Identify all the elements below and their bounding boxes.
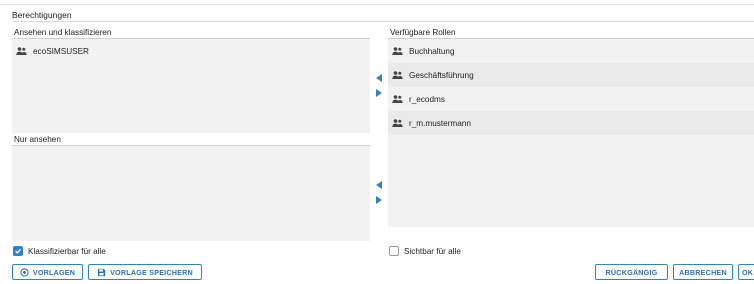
role-item-label: r_m.mustermann	[409, 118, 471, 128]
visible-all-label: Sichtbar für alle	[404, 246, 461, 256]
role-item[interactable]: r_ecodms	[388, 87, 754, 111]
classify-pane-label: Ansehen und klassifizieren	[14, 28, 112, 37]
move-left-arrow-icon[interactable]	[373, 72, 385, 84]
classify-list-item[interactable]: ecoSIMSUSER	[12, 39, 370, 63]
role-item[interactable]: Geschäftsführung	[388, 63, 754, 87]
users-icon	[16, 47, 27, 55]
move-right-arrow-icon[interactable]	[373, 194, 385, 206]
move-left-arrow-icon[interactable]	[373, 179, 385, 191]
users-icon	[392, 119, 403, 127]
classify-pane[interactable]: ecoSIMSUSER	[12, 39, 370, 133]
classify-item-label: ecoSIMSUSER	[33, 46, 89, 56]
roles-pane-label: Verfügbare Rollen	[390, 28, 456, 37]
section-title: Berechtigungen	[12, 10, 72, 20]
ok-button-label: OK	[742, 267, 754, 277]
target-icon	[20, 267, 29, 277]
role-item-label: Geschäftsführung	[409, 70, 474, 80]
cancel-button[interactable]: ABBRECHEN	[673, 264, 733, 280]
role-item-label: Buchhaltung	[409, 46, 455, 56]
undo-button-label: RÜCKGÄNGIG	[605, 267, 658, 277]
users-icon	[392, 47, 403, 55]
move-right-arrow-icon[interactable]	[373, 87, 385, 99]
users-icon	[392, 95, 403, 103]
role-item[interactable]: r_m.mustermann	[388, 111, 754, 135]
undo-button[interactable]: RÜCKGÄNGIG	[595, 264, 668, 280]
role-item[interactable]: Buchhaltung	[388, 39, 754, 63]
save-icon	[97, 268, 106, 276]
cancel-button-label: ABBRECHEN	[679, 267, 727, 277]
view-pane[interactable]	[12, 146, 370, 241]
visible-all-checkbox[interactable]	[389, 246, 399, 256]
classify-all-checkbox[interactable]	[13, 246, 23, 256]
ok-button[interactable]: OK	[738, 264, 754, 280]
classify-all-checkbox-row[interactable]: Klassifizierbar für alle	[13, 246, 106, 256]
templates-button[interactable]: VORLAGEN	[12, 264, 83, 280]
roles-pane[interactable]: Buchhaltung Geschäftsführung r_ecodms r_…	[388, 39, 754, 227]
users-icon	[392, 71, 403, 79]
save-template-button-label: VORLAGE SPEICHERN	[110, 267, 193, 277]
view-pane-label: Nur ansehen	[14, 135, 61, 144]
role-item-label: r_ecodms	[409, 94, 445, 104]
visible-all-checkbox-row[interactable]: Sichtbar für alle	[389, 246, 461, 256]
templates-button-label: VORLAGEN	[32, 267, 76, 277]
classify-all-label: Klassifizierbar für alle	[28, 246, 106, 256]
top-divider	[0, 0, 754, 5]
save-template-button[interactable]: VORLAGE SPEICHERN	[88, 264, 202, 280]
section-divider	[12, 21, 754, 22]
